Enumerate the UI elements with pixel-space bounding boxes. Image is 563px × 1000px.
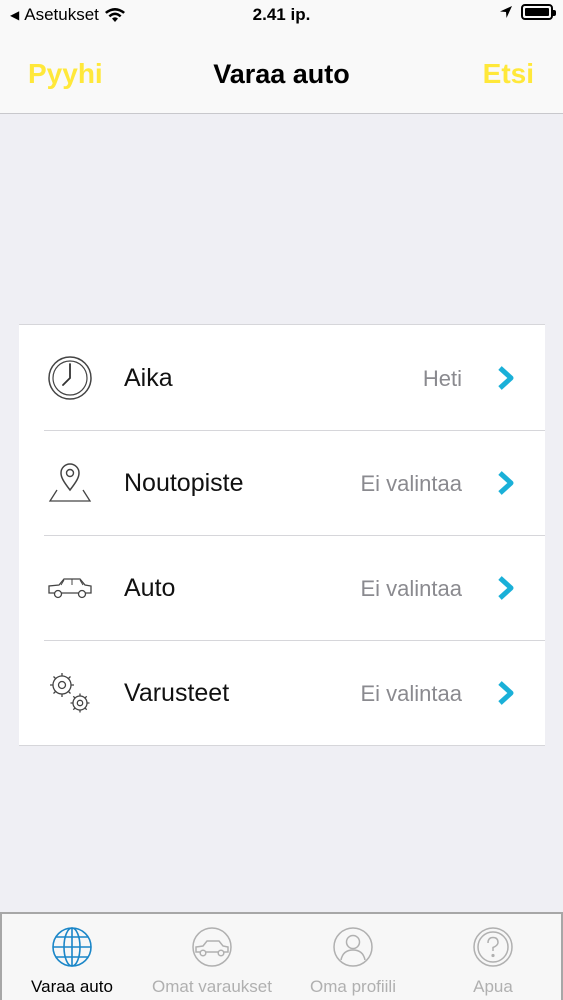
tab-label: Apua (473, 977, 513, 996)
location-arrow-icon (500, 6, 512, 18)
globe-icon (52, 927, 92, 967)
car-circle-icon (192, 927, 232, 967)
row-label: Aika (124, 364, 173, 392)
person-icon (333, 927, 373, 967)
tab-bar: Varaa auto Omat varaukset Oma profiili A… (0, 912, 563, 1000)
car-icon (48, 578, 92, 599)
row-value: Ei valintaa (360, 681, 462, 706)
tab-label: Oma profiili (310, 977, 396, 996)
list-item-car[interactable]: Auto Ei valintaa (19, 535, 545, 640)
clock-icon (48, 356, 92, 400)
row-label: Auto (124, 574, 176, 602)
booking-options-list: Aika Heti Noutopiste Ei valintaa Auto Ei… (19, 324, 545, 746)
tab-my-bookings[interactable]: Omat varaukset (142, 914, 282, 1000)
navigation-bar: Pyyhi Varaa auto Etsi (0, 30, 563, 114)
row-value: Heti (422, 366, 462, 391)
row-value: Ei valintaa (360, 471, 462, 496)
location-pin-icon (48, 463, 92, 502)
tab-book-car[interactable]: Varaa auto (2, 914, 142, 1000)
tab-help[interactable]: Apua (423, 914, 563, 1000)
page-title: Varaa auto (213, 59, 350, 89)
battery-icon (521, 4, 556, 20)
tab-label: Omat varaukset (152, 977, 272, 996)
chevron-right-icon (498, 681, 514, 705)
status-time: 2.41 ip. (252, 5, 311, 24)
tab-my-profile[interactable]: Oma profiili (283, 914, 423, 1000)
chevron-right-icon (498, 576, 514, 600)
status-right (499, 4, 556, 20)
list-item-pickup-point[interactable]: Noutopiste Ei valintaa (19, 430, 545, 535)
search-button[interactable]: Etsi (483, 58, 534, 90)
row-label: Noutopiste (124, 469, 244, 497)
status-bar: ◀ Asetukset 2.41 ip. (0, 0, 563, 30)
row-value: Ei valintaa (360, 576, 462, 601)
help-icon (473, 927, 513, 967)
list-item-time[interactable]: Aika Heti (19, 325, 545, 430)
chevron-right-icon (498, 366, 514, 390)
row-label: Varusteet (124, 679, 230, 707)
tab-label: Varaa auto (31, 977, 113, 996)
chevron-right-icon (498, 471, 514, 495)
list-item-equipment[interactable]: Varusteet Ei valintaa (19, 640, 545, 745)
gears-icon (50, 673, 90, 713)
